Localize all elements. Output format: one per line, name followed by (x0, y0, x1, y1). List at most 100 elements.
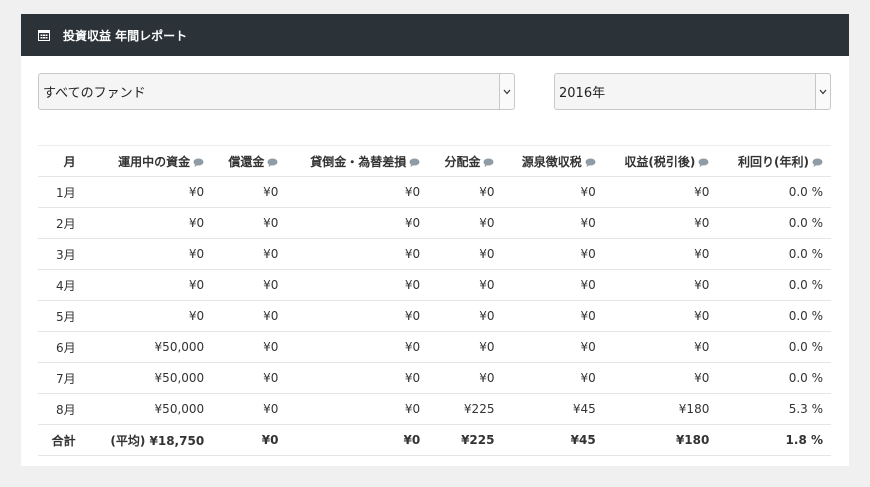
column-header-yield: 利回り(年利) (717, 145, 831, 177)
annual-report-table: 月 運用中の資金 償還金 貸倒金・為替差損 分配金 源泉徴収税 収益(税引後) … (38, 145, 831, 456)
cell-net-income: ¥180 (603, 393, 718, 425)
cell-month: 2月 (38, 207, 89, 239)
year-select-value: 2016年 (559, 86, 606, 101)
total-net-income: ¥180 (603, 424, 718, 456)
cell-month: 6月 (38, 331, 89, 363)
total-yield: 1.8 % (717, 424, 831, 456)
cell-loss: ¥0 (286, 207, 429, 239)
cell-distribution: ¥225 (428, 393, 503, 425)
table-row: 6月 ¥50,000 ¥0 ¥0 ¥0 ¥0 ¥0 0.0 % (38, 331, 831, 363)
cell-withholding-tax: ¥0 (502, 331, 604, 363)
cell-yield: 0.0 % (717, 300, 831, 332)
cell-month: 5月 (38, 300, 89, 332)
cell-loss: ¥0 (286, 176, 429, 208)
cell-redemption: ¥0 (212, 269, 287, 301)
cell-distribution: ¥0 (428, 331, 503, 363)
cell-loss: ¥0 (286, 331, 429, 363)
cell-net-income: ¥0 (603, 207, 718, 239)
column-header-invested: 運用中の資金 (88, 145, 213, 177)
cell-withholding-tax: ¥0 (502, 362, 604, 394)
cell-distribution: ¥0 (428, 176, 503, 208)
table-row: 1月 ¥0 ¥0 ¥0 ¥0 ¥0 ¥0 0.0 % (38, 176, 831, 208)
cell-loss: ¥0 (286, 238, 429, 270)
total-redemption: ¥0 (212, 424, 287, 456)
cell-invested: ¥0 (88, 300, 213, 332)
column-header-redemption: 償還金 (212, 145, 287, 177)
cell-invested: ¥0 (88, 269, 213, 301)
cell-month: 7月 (38, 362, 89, 394)
cell-redemption: ¥0 (212, 238, 287, 270)
column-header-loss: 貸倒金・為替差損 (286, 145, 429, 177)
cell-net-income: ¥0 (603, 331, 718, 363)
cell-distribution: ¥0 (428, 207, 503, 239)
column-header-distribution: 分配金 (428, 145, 503, 177)
cell-yield: 0.0 % (717, 269, 831, 301)
fund-select-value: すべてのファンド (43, 86, 146, 101)
comment-icon[interactable] (698, 158, 709, 167)
cell-month: 3月 (38, 238, 89, 270)
cell-redemption: ¥0 (212, 393, 287, 425)
cell-month: 8月 (38, 393, 89, 425)
comment-icon[interactable] (585, 158, 596, 167)
cell-distribution: ¥0 (428, 300, 503, 332)
cell-withholding-tax: ¥45 (502, 393, 604, 425)
cell-invested: ¥50,000 (88, 331, 213, 363)
chevron-down-icon[interactable] (499, 74, 514, 109)
chevron-down-icon[interactable] (815, 74, 830, 109)
column-header-net-income: 収益(税引後) (603, 145, 718, 177)
cell-distribution: ¥0 (428, 238, 503, 270)
table-row: 8月 ¥50,000 ¥0 ¥0 ¥225 ¥45 ¥180 5.3 % (38, 393, 831, 425)
comment-icon[interactable] (483, 158, 494, 167)
comment-icon[interactable] (267, 158, 278, 167)
table-header-row: 月 運用中の資金 償還金 貸倒金・為替差損 分配金 源泉徴収税 収益(税引後) … (38, 145, 831, 177)
panel-title: 投資収益 年間レポート (63, 28, 188, 43)
fund-select[interactable]: すべてのファンド (38, 73, 515, 110)
cell-withholding-tax: ¥0 (502, 176, 604, 208)
cell-month: 4月 (38, 269, 89, 301)
total-loss: ¥0 (286, 424, 429, 456)
cell-yield: 0.0 % (717, 176, 831, 208)
cell-redemption: ¥0 (212, 331, 287, 363)
panel-header: 投資収益 年間レポート (21, 14, 849, 56)
cell-yield: 0.0 % (717, 207, 831, 239)
cell-distribution: ¥0 (428, 269, 503, 301)
table-row: 4月 ¥0 ¥0 ¥0 ¥0 ¥0 ¥0 0.0 % (38, 269, 831, 301)
cell-redemption: ¥0 (212, 176, 287, 208)
cell-month: 1月 (38, 176, 89, 208)
report-panel: 投資収益 年間レポート すべてのファンド 2016年 月 運用中の資金 償還金 … (21, 14, 849, 466)
comment-icon[interactable] (812, 158, 823, 167)
cell-loss: ¥0 (286, 393, 429, 425)
cell-invested: ¥0 (88, 207, 213, 239)
cell-invested: ¥0 (88, 176, 213, 208)
table-row: 5月 ¥0 ¥0 ¥0 ¥0 ¥0 ¥0 0.0 % (38, 300, 831, 332)
cell-net-income: ¥0 (603, 269, 718, 301)
cell-net-income: ¥0 (603, 238, 718, 270)
total-label: 合計 (38, 424, 89, 456)
cell-net-income: ¥0 (603, 362, 718, 394)
cell-loss: ¥0 (286, 362, 429, 394)
cell-yield: 0.0 % (717, 331, 831, 363)
total-row: 合計 (平均) ¥18,750 ¥0 ¥0 ¥225 ¥45 ¥180 1.8 … (38, 424, 831, 456)
total-withholding-tax: ¥45 (502, 424, 604, 456)
total-distribution: ¥225 (428, 424, 503, 456)
cell-withholding-tax: ¥0 (502, 207, 604, 239)
table-row: 7月 ¥50,000 ¥0 ¥0 ¥0 ¥0 ¥0 0.0 % (38, 362, 831, 394)
cell-redemption: ¥0 (212, 207, 287, 239)
cell-redemption: ¥0 (212, 362, 287, 394)
column-header-withholding-tax: 源泉徴収税 (502, 145, 604, 177)
year-select[interactable]: 2016年 (554, 73, 831, 110)
cell-loss: ¥0 (286, 300, 429, 332)
cell-loss: ¥0 (286, 269, 429, 301)
comment-icon[interactable] (193, 158, 204, 167)
cell-redemption: ¥0 (212, 300, 287, 332)
column-header-month: 月 (38, 145, 89, 177)
cell-withholding-tax: ¥0 (502, 300, 604, 332)
table-row: 2月 ¥0 ¥0 ¥0 ¥0 ¥0 ¥0 0.0 % (38, 207, 831, 239)
cell-net-income: ¥0 (603, 300, 718, 332)
cell-withholding-tax: ¥0 (502, 269, 604, 301)
comment-icon[interactable] (409, 158, 420, 167)
table-row: 3月 ¥0 ¥0 ¥0 ¥0 ¥0 ¥0 0.0 % (38, 238, 831, 270)
cell-yield: 0.0 % (717, 238, 831, 270)
cell-yield: 5.3 % (717, 393, 831, 425)
cell-invested: ¥0 (88, 238, 213, 270)
